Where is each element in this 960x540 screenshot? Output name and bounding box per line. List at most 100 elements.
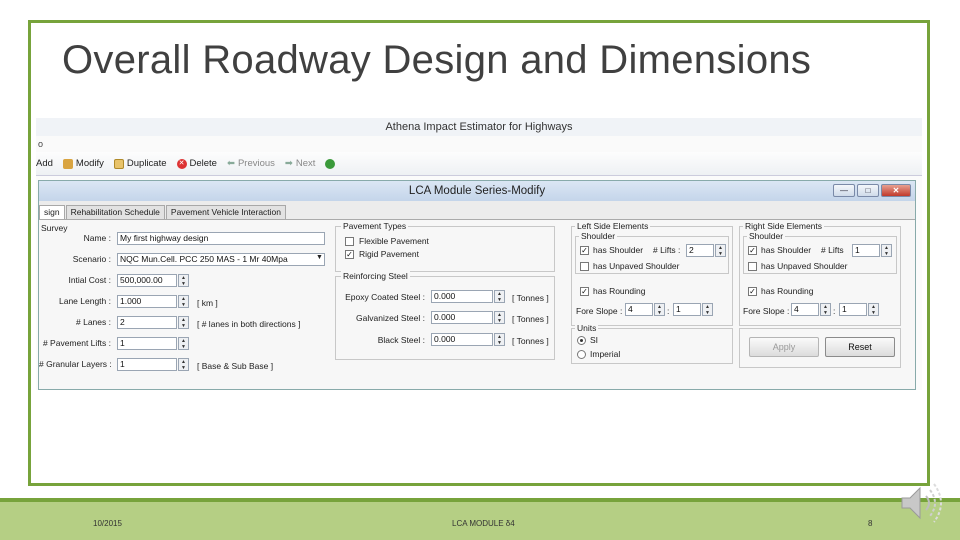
delete-button[interactable]: ✕ Delete [176,158,217,169]
help-button[interactable] [325,158,338,169]
lane-length-stepper[interactable]: ▲ ▼ [178,295,189,308]
add-label: Add [36,158,53,169]
granular-layers-unit: [ Base & Sub Base ] [197,361,274,371]
granular-layers-stepper[interactable]: ▲ ▼ [178,358,189,371]
pavement-lifts-input[interactable]: 1 [117,337,177,350]
duplicate-icon [113,158,124,169]
delete-label: Delete [189,158,217,169]
chevron-down-icon: ▼ [316,254,323,261]
dialog: LCA Module Series-Modify — □ ✕ sign Reha… [38,180,916,390]
galvanized-steel-label: Galvanized Steel : [356,313,425,323]
delete-icon: ✕ [176,158,187,169]
epoxy-steel-input[interactable]: 0.000 [431,290,493,303]
tab-rehabilitation-schedule[interactable]: Rehabilitation Schedule [65,205,165,219]
right-fore-slope-b-stepper[interactable]: ▲ ▼ [868,303,879,316]
maximize-button[interactable]: □ [857,184,879,197]
reset-button[interactable]: Reset [825,337,895,357]
flexible-pavement-checkbox[interactable] [345,237,354,246]
rigid-pavement-checkbox[interactable]: ✓ [345,250,354,259]
black-steel-stepper[interactable]: ▲ ▼ [494,333,505,346]
right-fore-slope-b-input[interactable]: 1 [839,303,867,316]
right-fore-slope-a-input[interactable]: 4 [791,303,819,316]
lane-length-input[interactable]: 1.000 [117,295,177,308]
right-lifts-label: # Lifts [821,245,844,255]
previous-button[interactable]: ⬅ Previous [227,158,275,169]
right-lifts-input[interactable]: 1 [852,244,880,257]
epoxy-steel-label: Epoxy Coated Steel : [345,292,425,302]
modify-label: Modify [75,158,104,169]
right-unpaved-shoulder-checkbox[interactable] [748,262,757,271]
initial-cost-label: Intial Cost : [68,275,111,285]
units-si-radio[interactable] [577,336,586,345]
epoxy-steel-unit: [ Tonnes ] [512,293,549,303]
flexible-pavement-label: Flexible Pavement [359,236,429,246]
right-shoulder-title: Shoulder [747,231,786,241]
scenario-select[interactable]: NQC Mun.Cell. PCC 250 MAS - 1 Mr 40Mpa [117,253,325,266]
galvanized-steel-unit: [ Tonnes ] [512,314,549,324]
next-button[interactable]: ➡ Next [285,158,316,169]
next-label: Next [295,158,316,169]
epoxy-steel-stepper[interactable]: ▲ ▼ [494,290,505,303]
name-input[interactable]: My first highway design [117,232,325,245]
units-si-label: SI [590,335,599,345]
lane-length-label: Lane Length : [59,296,111,306]
left-side-title: Left Side Elements [575,221,651,231]
speaker-icon[interactable] [896,478,948,528]
tab-pavement-vehicle-interaction[interactable]: Pavement Vehicle Interaction [165,205,286,219]
arrow-left-icon: ⬅ [226,158,235,169]
galvanized-steel-input[interactable]: 0.000 [431,311,493,324]
left-lifts-input[interactable]: 2 [686,244,714,257]
tab-design[interactable]: sign [39,205,65,219]
add-button[interactable]: Add [36,158,53,169]
left-fore-slope-b-input[interactable]: 1 [673,303,701,316]
minimize-button[interactable]: — [833,184,855,197]
lanes-input[interactable]: 2 [117,316,177,329]
left-unpaved-shoulder-checkbox[interactable] [580,262,589,271]
survey-label: Survey [41,223,68,233]
left-lifts-label: # Lifts : [653,245,681,255]
app-menu[interactable]: o [36,136,922,152]
initial-cost-input[interactable]: 500,000.00 [117,274,177,287]
left-lifts-stepper[interactable]: ▲ ▼ [715,244,726,257]
black-steel-input[interactable]: 0.000 [431,333,493,346]
galvanized-steel-stepper[interactable]: ▲ ▼ [494,311,505,324]
granular-layers-label: # Granular Layers : [39,359,112,369]
lanes-stepper[interactable]: ▲ ▼ [178,316,189,329]
footer-date: 10/2015 [93,519,122,528]
footer-line [0,498,960,502]
slide-title: Overall Roadway Design and Dimensions [62,38,812,82]
granular-layers-input[interactable]: 1 [117,358,177,371]
rigid-pavement-label: Rigid Pavement [359,249,420,259]
app-title: Athena Impact Estimator for Highways [36,118,922,136]
right-rounding-checkbox[interactable]: ✓ [748,287,757,296]
right-fore-slope-a-stepper[interactable]: ▲ ▼ [820,303,831,316]
left-has-shoulder-checkbox[interactable]: ✓ [580,246,589,255]
left-fore-slope-label: Fore Slope : [576,306,623,316]
lanes-unit: [ # lanes in both directions ] [197,319,301,329]
tab-bar: sign Rehabilitation Schedule Pavement Ve… [39,205,287,219]
page-number: 8 [868,519,873,528]
pavement-lifts-stepper[interactable]: ▲ ▼ [178,337,189,350]
previous-label: Previous [237,158,275,169]
right-fore-slope-label: Fore Slope : [743,306,790,316]
apply-button[interactable]: Apply [749,337,819,357]
left-fore-slope-b-stepper[interactable]: ▲ ▼ [702,303,713,316]
duplicate-button[interactable]: Duplicate [113,158,167,169]
right-lifts-stepper[interactable]: ▲ ▼ [881,244,892,257]
close-button[interactable]: ✕ [881,184,911,197]
units-imperial-radio[interactable] [577,350,586,359]
left-fore-slope-a-input[interactable]: 4 [625,303,653,316]
toolbar: Add Modify Duplicate ✕ Delete ⬅ Previous… [36,152,922,176]
pavement-types-title: Pavement Types [341,221,409,231]
right-has-shoulder-checkbox[interactable]: ✓ [748,246,757,255]
left-rounding-checkbox[interactable]: ✓ [580,287,589,296]
initial-cost-stepper[interactable]: ▲ ▼ [178,274,189,287]
units-title: Units [575,323,599,333]
footer-center-text: LCA MODULE δ4 [452,519,515,528]
dialog-title: LCA Module Series-Modify [39,181,915,201]
modify-button[interactable]: Modify [62,158,104,169]
edit-icon [62,158,73,169]
units-imperial-label: Imperial [590,349,621,359]
left-fore-slope-a-stepper[interactable]: ▲ ▼ [654,303,665,316]
right-has-shoulder-label: has Shoulder [761,245,812,255]
